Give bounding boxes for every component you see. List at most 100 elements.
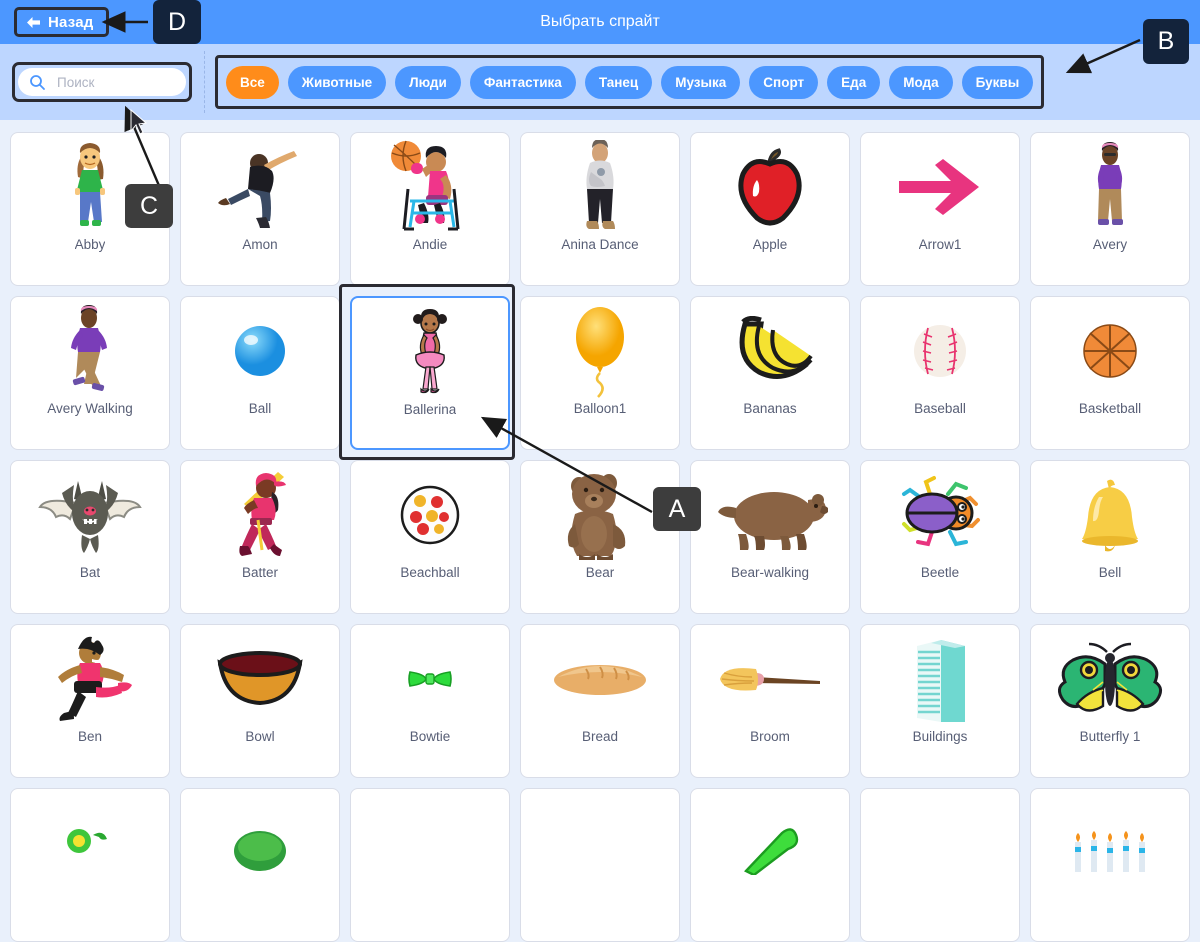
- bell-sprite: [1031, 461, 1189, 565]
- sprite-name: Bananas: [743, 401, 797, 416]
- sprite-name: Butterfly 1: [1079, 729, 1141, 744]
- calvrett-sprite: [181, 789, 339, 893]
- category-tabs: Все Животные Люди Фантастика Танец Музыка Спор…: [215, 55, 1045, 109]
- bear-walking-sprite: [691, 461, 849, 565]
- tab-музыка[interactable]: Музыка: [661, 65, 741, 99]
- sprite-name: Beachball: [400, 565, 460, 580]
- buildings-sprite: [861, 625, 1019, 729]
- tab-еда[interactable]: Еда: [827, 65, 881, 99]
- sprite-card[interactable]: Basketball: [1030, 296, 1190, 450]
- butterfly-sprite: [1031, 625, 1189, 729]
- blank-sprite: [351, 789, 509, 893]
- sprite-name: Ball: [248, 401, 272, 416]
- sprite-name: Andie: [412, 237, 448, 252]
- sprite-card[interactable]: Arrow1: [860, 132, 1020, 286]
- sprite-card[interactable]: [1030, 788, 1190, 942]
- sprite-card[interactable]: Andie: [350, 132, 510, 286]
- sprite-card[interactable]: Bear: [520, 460, 680, 614]
- bowtie-sprite: [351, 625, 509, 729]
- sprite-name: Ben: [77, 729, 103, 744]
- sprite-card[interactable]: Ben: [10, 624, 170, 778]
- sprite-card[interactable]: Beachball: [350, 460, 510, 614]
- sprite-card[interactable]: Bread: [520, 624, 680, 778]
- sprite-card[interactable]: Bear-walking: [690, 460, 850, 614]
- sprite-card[interactable]: Avery Walking: [10, 296, 170, 450]
- bat-sprite: [11, 461, 169, 565]
- arrow-right-sprite: [861, 133, 1019, 237]
- annotation-badge-b: B: [1143, 19, 1189, 64]
- sprite-card[interactable]: [10, 788, 170, 942]
- filter-bar: ВсеЖивотныеЛюдиФантастикаТанецМузыкаСпор…: [0, 44, 1200, 120]
- sprite-card[interactable]: Bat: [10, 460, 170, 614]
- sprite-name: Baseball: [914, 401, 966, 416]
- sprite-card[interactable]: Bowl: [180, 624, 340, 778]
- tab-все[interactable]: Все: [226, 65, 279, 99]
- tab-буквы[interactable]: Буквы: [961, 65, 1034, 99]
- sprite-name: Abby: [74, 237, 106, 252]
- sprite-name: Balloon1: [573, 401, 627, 416]
- sprite-card[interactable]: Ballerina: [350, 296, 510, 450]
- broom-sprite: [691, 625, 849, 729]
- sprite-name: Apple: [752, 237, 788, 252]
- girl-walking-sprite: [11, 297, 169, 401]
- sprite-name: Avery Walking: [47, 401, 133, 416]
- sprite-name: Ballerina: [403, 402, 457, 417]
- balloon-sprite: [521, 297, 679, 401]
- annotation-badge-c: C: [125, 184, 173, 228]
- sprite-card[interactable]: Broom: [690, 624, 850, 778]
- back-button[interactable]: Назад: [14, 7, 110, 37]
- sprite-name: Beetle: [920, 565, 960, 580]
- sprite-card[interactable]: Bananas: [690, 296, 850, 450]
- tab-люди[interactable]: Люди: [395, 65, 461, 99]
- bananas-sprite: [691, 297, 849, 401]
- sprite-card[interactable]: [180, 788, 340, 942]
- sprite-card[interactable]: Apple: [690, 132, 850, 286]
- tab-мода[interactable]: Мода: [889, 65, 953, 99]
- search-icon: [29, 74, 46, 91]
- arrow-left-icon: [26, 16, 41, 29]
- sprite-card[interactable]: Bowtie: [350, 624, 510, 778]
- sprite-card[interactable]: [350, 788, 510, 942]
- sprite-name: Basketball: [1078, 401, 1142, 416]
- ball-sprite: [181, 297, 339, 401]
- vertical-divider: [204, 51, 205, 113]
- man-dancing-sprite: [181, 133, 339, 237]
- ballerina-sprite: [352, 298, 508, 402]
- sprite-card[interactable]: Ball: [180, 296, 340, 450]
- sprite-card[interactable]: Beetle: [860, 460, 1020, 614]
- cake-sprite: [11, 789, 169, 893]
- sprite-card[interactable]: Amon: [180, 132, 340, 286]
- sprite-name: Arrow1: [918, 237, 962, 252]
- sprite-card[interactable]: Buildings: [860, 624, 1020, 778]
- tab-фантастика[interactable]: Фантастика: [469, 65, 576, 99]
- back-button-label: Назад: [48, 13, 94, 31]
- sprite-card[interactable]: [520, 788, 680, 942]
- sprite-card[interactable]: Avery: [1030, 132, 1190, 286]
- sprite-card[interactable]: Bell: [1030, 460, 1190, 614]
- apple-sprite: [691, 133, 849, 237]
- beetle-sprite: [861, 461, 1019, 565]
- tab-танец[interactable]: Танец: [584, 65, 653, 99]
- sprite-name: Bread: [581, 729, 619, 744]
- annotation-badge-d: D: [153, 0, 201, 44]
- sprite-name: Batter: [241, 565, 279, 580]
- sprite-card[interactable]: Butterfly 1: [1030, 624, 1190, 778]
- baseball-sprite: [861, 297, 1019, 401]
- sprite-card[interactable]: Batter: [180, 460, 340, 614]
- blank-sprite: [521, 789, 679, 893]
- search-box[interactable]: [18, 68, 186, 96]
- tab-животные[interactable]: Животные: [287, 65, 387, 99]
- search-input[interactable]: [55, 73, 165, 91]
- tab-спорт[interactable]: Спорт: [749, 65, 819, 99]
- sprite-name: Bear-walking: [730, 565, 810, 580]
- sprite-name: Bowtie: [409, 729, 451, 744]
- sprite-card[interactable]: [690, 788, 850, 942]
- sprite-name: Bat: [79, 565, 101, 580]
- sprite-card[interactable]: Anina Dance: [520, 132, 680, 286]
- sprite-card[interactable]: Balloon1: [520, 296, 680, 450]
- sprite-card[interactable]: Baseball: [860, 296, 1020, 450]
- sprite-name: Bowl: [245, 729, 275, 744]
- green-bean-sprite: [691, 789, 849, 893]
- sprite-card[interactable]: [860, 788, 1020, 942]
- sprite-grid: Abby Amon Andie Anina Dance Apple Arrow1…: [0, 120, 1200, 942]
